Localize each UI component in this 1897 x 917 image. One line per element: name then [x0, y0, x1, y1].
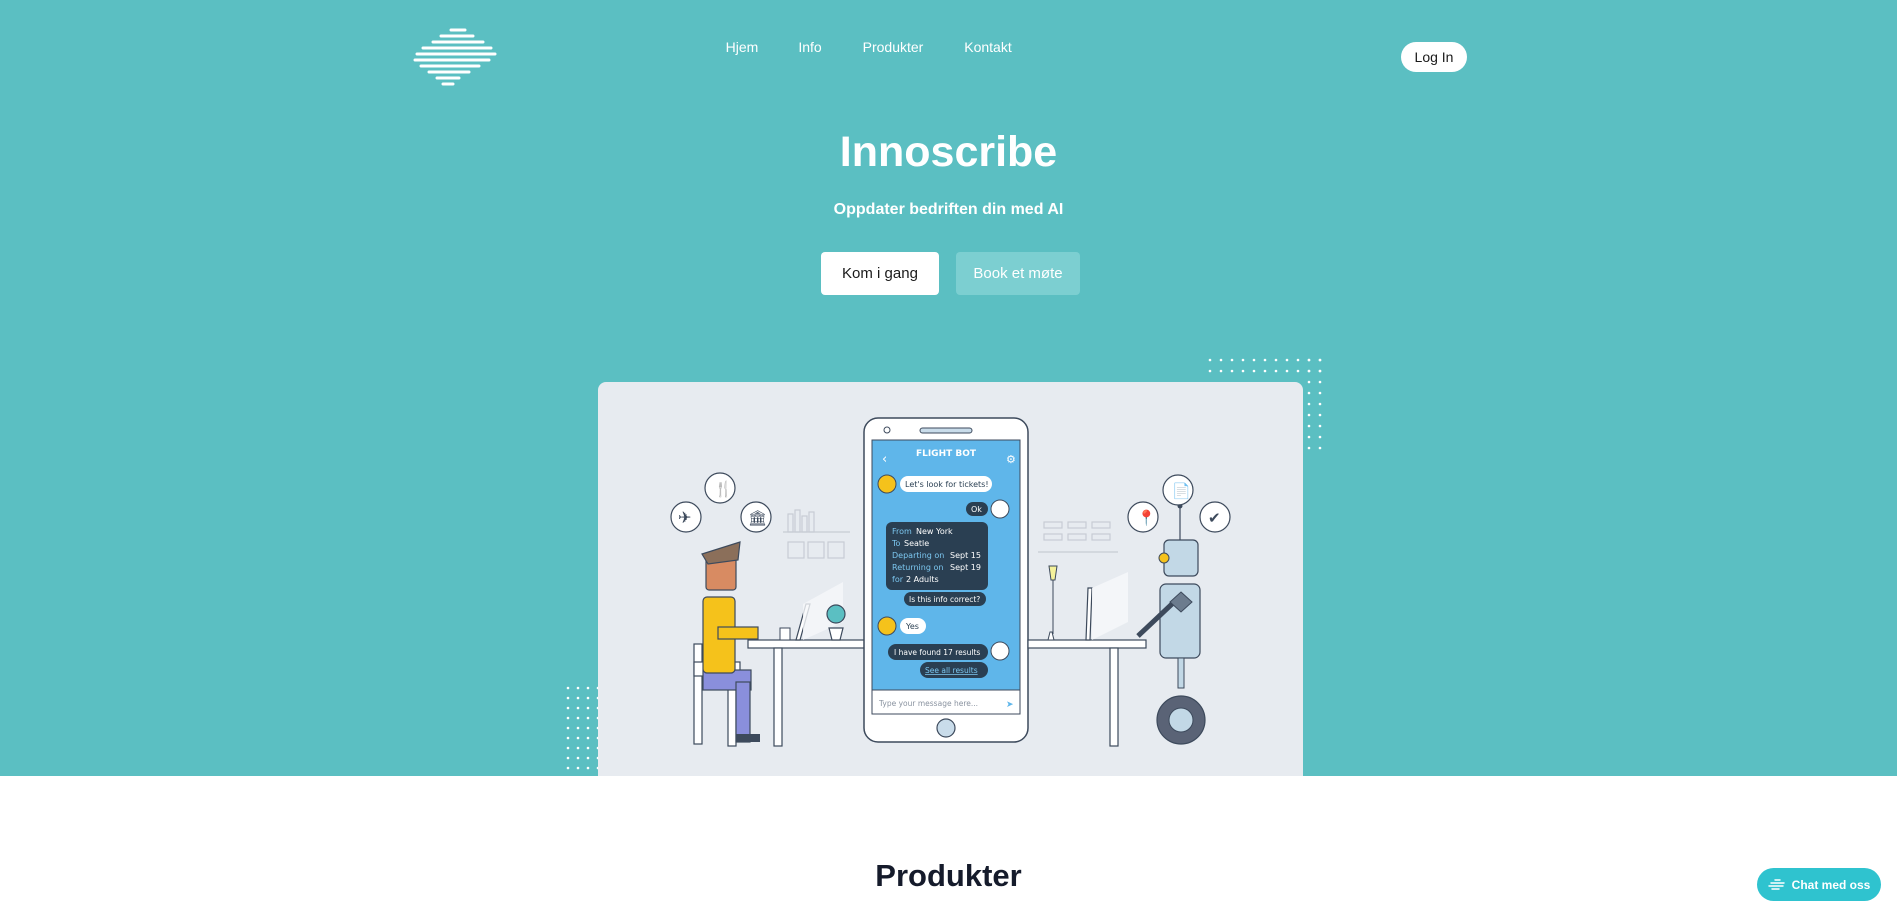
msg-bot-link: See all results	[925, 666, 978, 675]
nav-link-hjem[interactable]: Hjem	[726, 39, 759, 55]
chat-widget-label: Chat med oss	[1791, 877, 1871, 892]
get-started-button[interactable]: Kom i gang	[821, 252, 939, 295]
nav-link-kontakt[interactable]: Kontakt	[964, 39, 1011, 55]
label-for: for	[892, 575, 904, 584]
send-icon: ➤	[1006, 700, 1014, 710]
msg-user-1: Let's look for tickets!	[905, 480, 989, 489]
shelf-right	[1038, 521, 1118, 553]
msg-bot-question: Is this info correct?	[909, 595, 980, 604]
phone-header: FLIGHT BOT	[916, 449, 977, 459]
checkmark-icon: ✔	[1208, 509, 1221, 527]
msg-bot-ok: Ok	[971, 505, 982, 514]
chat-with-us-button[interactable]: Chat med oss	[1757, 868, 1881, 901]
msg-user-yes: Yes	[905, 622, 919, 631]
label-to: To	[891, 539, 901, 548]
dot-pattern-bottom	[566, 686, 598, 776]
phone-input-placeholder: Type your message here...	[878, 699, 978, 708]
value-for: 2 Adults	[906, 575, 939, 584]
hero-subtitle: Oppdater bedriften din med AI	[833, 201, 1064, 218]
restaurant-icon: 🍴	[714, 480, 733, 498]
value-to: Seatle	[904, 539, 929, 548]
hero-title: Innoscribe	[839, 128, 1058, 176]
value-departing: Sept 15	[950, 551, 981, 560]
laptop-right-icon	[1085, 572, 1128, 641]
value-returning: Sept 19	[950, 563, 981, 572]
airplane-icon: ✈	[678, 508, 691, 527]
back-arrow-icon: ‹	[882, 452, 887, 467]
document-icon: 📄	[1172, 482, 1191, 500]
products-section-title: Produkter	[875, 858, 1022, 893]
location-pin-icon: 📍	[1137, 509, 1156, 527]
label-from: From	[892, 527, 912, 536]
label-departing: Departing on	[892, 551, 944, 560]
robot-icon	[1136, 503, 1206, 745]
nav-link-info[interactable]: Info	[798, 39, 821, 55]
hero-section: Hjem Info Produkter Kontakt Log In Innos…	[0, 0, 1897, 776]
shelf-left	[783, 509, 850, 559]
desk-right	[1027, 565, 1147, 747]
chatbot-illustration: ✈ 🍴 🏛 ‹ ⚙ FLIGHT BOT Let's look for tick…	[598, 382, 1303, 776]
brand-logo-icon[interactable]	[413, 28, 497, 86]
settings-gear-icon: ⚙	[1006, 453, 1016, 466]
label-returning: Returning on	[892, 563, 943, 572]
msg-bot-results: I have found 17 results	[894, 648, 980, 657]
login-button[interactable]: Log In	[1401, 42, 1467, 72]
chat-brand-icon	[1767, 878, 1785, 890]
value-from: New York	[916, 527, 953, 536]
book-meeting-button[interactable]: Book et møte	[956, 252, 1080, 295]
nav-link-produkter[interactable]: Produkter	[863, 39, 924, 55]
museum-icon: 🏛	[748, 509, 767, 527]
